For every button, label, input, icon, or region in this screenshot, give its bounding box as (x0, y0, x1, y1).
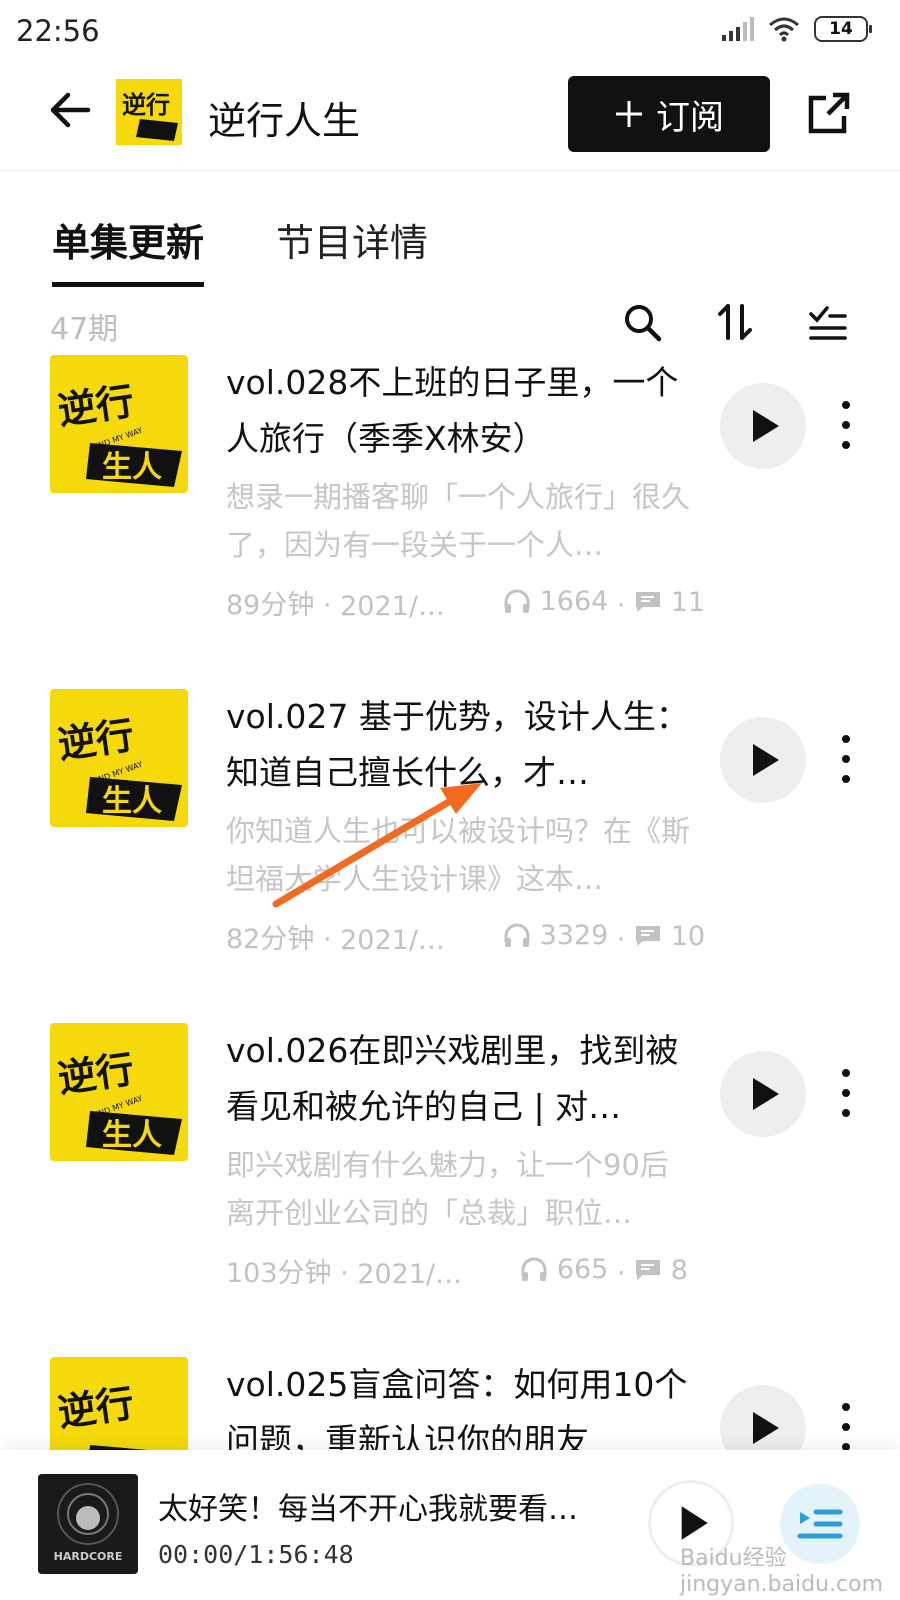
mini-player[interactable]: HARDCORE 太好笑！每当不开心我就要看… 00:00/1:56:48 Ba… (0, 1450, 900, 1600)
wifi-icon (769, 17, 799, 42)
play-icon (681, 1506, 708, 1540)
svg-text:生人: 生人 (102, 450, 162, 485)
play-button[interactable] (720, 1051, 806, 1137)
headphones-icon (521, 1257, 547, 1281)
status-bar: 22:56 14 (0, 0, 900, 62)
tab-episodes[interactable]: 单集更新 (52, 212, 205, 287)
more-options-icon[interactable] (836, 731, 856, 787)
episode-title[interactable]: vol.028不上班的日子里，一个人旅行（季季X林安） (226, 355, 696, 467)
episode-title[interactable]: vol.027 基于优势，设计人生：知道自己擅长什么，才… (226, 689, 696, 801)
playback-time: 00:00/1:56:48 (158, 1540, 354, 1569)
comment-icon (636, 592, 661, 612)
play-button[interactable] (720, 1385, 806, 1450)
episode-description: 你知道人生也可以被设计吗？在《斯坦福大学人生设计课》这本… (226, 814, 691, 896)
signal-icon (722, 17, 754, 41)
episode-date: 2021/07/… (357, 1259, 477, 1290)
tab-bar: 单集更新 节目详情 (0, 200, 900, 287)
now-playing-title[interactable]: 太好笑！每当不开心我就要看… (158, 1484, 598, 1528)
search-icon[interactable] (622, 302, 662, 342)
episode-count: 47期 (50, 312, 119, 347)
more-options-icon[interactable] (836, 397, 856, 453)
episode-title[interactable]: vol.026在即兴戏剧里，找到被看见和被允许的自己 | 对… (226, 1023, 696, 1135)
headphones-icon (504, 589, 530, 613)
play-button[interactable] (720, 383, 806, 469)
episode-description: 想录一期播客聊「一个人旅行」很久了，因为有一段关于一个人… (226, 480, 691, 562)
subscribe-label: 订阅 (656, 97, 724, 138)
share-icon[interactable] (806, 90, 852, 136)
episode-description: 即兴戏剧有什么魅力，让一个90后离开创业公司的「总裁」职位… (226, 1148, 669, 1230)
episode-duration: 82分钟 (226, 924, 315, 955)
comment-count: 8 (670, 1254, 688, 1286)
episode-item[interactable]: 逆行 生人 FIND MY WAY vol.026在即兴戏剧里，找到被看见和被允… (0, 1023, 900, 1353)
episode-date: 2021/0… (340, 591, 461, 622)
sort-icon[interactable] (716, 302, 756, 342)
headphones-icon (504, 923, 530, 947)
comment-icon (636, 1260, 661, 1280)
podcast-logo: 逆行 (116, 79, 182, 145)
header: 逆行 逆行人生 订阅 (0, 62, 900, 171)
svg-text:逆行: 逆行 (122, 91, 170, 119)
episode-item[interactable]: 逆行 生人 vol.025盲盒问答：如何用10个问题，重新认识你的朋友 (0, 1357, 900, 1450)
filter-list-icon[interactable] (808, 302, 848, 342)
subscribe-button[interactable]: 订阅 (568, 76, 770, 152)
episode-meta: 103分钟 · 2021/07/… 665 · 8 (226, 1253, 688, 1291)
play-count: 3329 (539, 919, 609, 951)
plus-icon (616, 101, 642, 127)
battery-indicator: 14 (814, 16, 872, 42)
episode-date: 2021/0… (340, 925, 461, 956)
play-count: 665 (556, 1253, 609, 1285)
play-button[interactable] (720, 717, 806, 803)
svg-text:生人: 生人 (102, 784, 162, 819)
back-arrow-icon[interactable] (48, 88, 92, 132)
play-count: 1664 (539, 585, 609, 617)
status-time: 22:56 (16, 14, 100, 48)
episode-cover: 逆行 生人 (50, 1357, 188, 1450)
comment-icon (636, 926, 661, 946)
episode-duration: 89分钟 (226, 590, 315, 621)
now-playing-cover: HARDCORE (38, 1474, 138, 1574)
podcast-title: 逆行人生 (208, 99, 361, 143)
comment-count: 10 (670, 920, 706, 952)
svg-text:HARDCORE: HARDCORE (54, 1550, 123, 1563)
episode-toolbar: 47期 (0, 296, 900, 356)
episode-cover: 逆行 生人 FIND MY WAY (50, 689, 188, 827)
status-icons: 14 (722, 16, 872, 42)
more-options-icon[interactable] (836, 1399, 856, 1450)
episode-duration: 103分钟 (226, 1258, 332, 1289)
episode-item[interactable]: 逆行 生人 FIND MY WAY vol.028不上班的日子里，一个人旅行（季… (0, 355, 900, 685)
tab-program-details[interactable]: 节目详情 (276, 212, 428, 267)
episode-cover: 逆行 生人 FIND MY WAY (50, 355, 188, 493)
episode-cover: 逆行 生人 FIND MY WAY (50, 1023, 188, 1161)
comment-count: 11 (670, 586, 706, 618)
episode-meta: 89分钟 · 2021/0… 1664 · 11 (226, 585, 706, 623)
watermark: Baidu经验 jingyan.baidu.com (680, 1546, 884, 1597)
svg-text:生人: 生人 (102, 1118, 162, 1153)
more-options-icon[interactable] (836, 1065, 856, 1121)
episode-meta: 82分钟 · 2021/0… 3329 · 10 (226, 919, 706, 957)
episode-item[interactable]: 逆行 生人 FIND MY WAY vol.027 基于优势，设计人生：知道自己… (0, 689, 900, 1019)
episode-title[interactable]: vol.025盲盒问答：如何用10个问题，重新认识你的朋友 (226, 1357, 696, 1450)
